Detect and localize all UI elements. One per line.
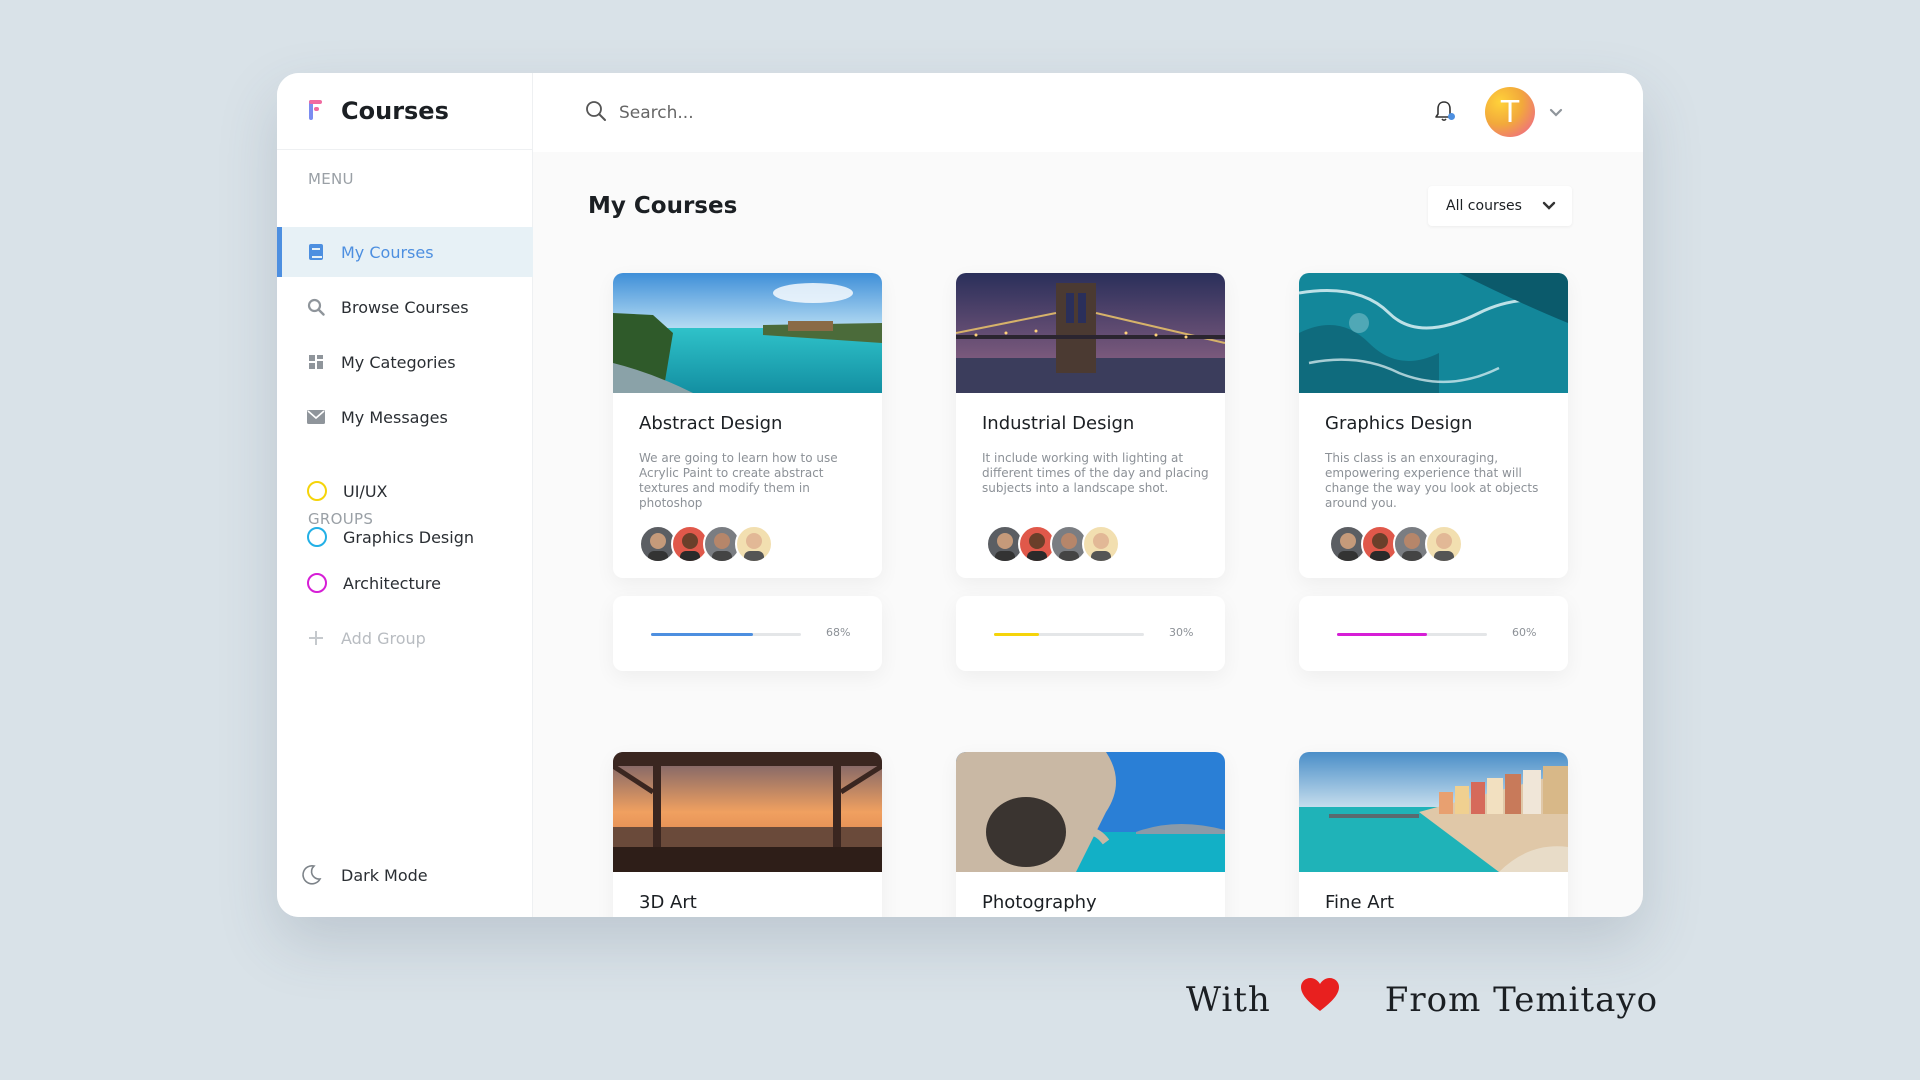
circle-icon [307,527,327,547]
group-label: Graphics Design [343,527,474,547]
progress-fill [994,633,1039,636]
notification-dot [1448,113,1455,120]
add-group-button[interactable]: Add Group [277,615,533,661]
course-image [1299,273,1568,393]
course-progress-industrial-design: 30% [956,596,1225,671]
sidebar-item-my-categories[interactable]: My Categories [277,337,533,387]
avatar [1082,525,1120,563]
course-image [613,752,882,872]
sidebar-item-label: Browse Courses [341,297,469,317]
progress-percent: 68% [826,626,851,639]
course-progress-abstract-design: 68% [613,596,882,671]
progress-fill [651,633,753,636]
avatar [1425,525,1463,563]
course-card-industrial-design[interactable]: Industrial Design It include working wit… [956,273,1225,578]
sidebar-item-label: My Categories [341,352,456,372]
search-icon [307,298,325,316]
topbar: T [533,73,1643,152]
groups-list: UI/UX Graphics Design Architecture Add G… [277,468,533,661]
course-progress-graphics-design: 60% [1299,596,1568,671]
signature-suffix: From Temitayo [1384,979,1659,1020]
course-image [1299,752,1568,872]
add-group-label: Add Group [341,628,426,648]
progress-track [651,633,801,636]
progress-percent: 60% [1512,626,1537,639]
course-title: 3D Art [639,892,697,913]
main-content: T My Courses All courses [533,73,1643,917]
mail-icon [307,408,325,426]
student-avatars [986,525,1120,563]
avatar [735,525,773,563]
sidebar-item-label: My Messages [341,407,448,427]
sidebar-item-my-courses[interactable]: My Courses [277,227,533,277]
grid-icon [307,353,325,371]
sidebar: Courses MENU My Courses Browse Courses M… [277,73,533,917]
course-title: Industrial Design [982,413,1135,434]
moon-icon [299,863,323,887]
sidebar-item-browse-courses[interactable]: Browse Courses [277,282,533,332]
course-title: Abstract Design [639,413,783,434]
student-avatars [639,525,773,563]
course-description: We are going to learn how to use Acrylic… [639,451,838,510]
search-icon [585,100,607,126]
group-item-ui-ux[interactable]: UI/UX [277,468,533,514]
chevron-down-icon [1542,199,1556,215]
sidebar-item-my-messages[interactable]: My Messages [277,392,533,442]
dark-mode-toggle[interactable]: Dark Mode [299,863,428,887]
course-image [956,273,1225,393]
app-window: Courses MENU My Courses Browse Courses M… [277,73,1643,917]
course-image [613,273,882,393]
course-card-fine-art[interactable]: Fine Art [1299,752,1568,917]
signature: With From Temitayo [1186,978,1658,1021]
progress-track [994,633,1144,636]
logo-icon [307,100,325,122]
filter-value: All courses [1446,198,1522,214]
chevron-down-icon[interactable] [1549,103,1563,122]
course-card-graphics-design[interactable]: Graphics Design This class is an enxoura… [1299,273,1568,578]
heart-icon [1300,978,1339,1021]
circle-icon [307,573,327,593]
user-avatar[interactable]: T [1485,87,1535,137]
course-filter-select[interactable]: All courses [1428,186,1572,226]
course-card-abstract-design[interactable]: Abstract Design We are going to learn ho… [613,273,882,578]
circle-icon [307,481,327,501]
progress-fill [1337,633,1427,636]
course-card-photography[interactable]: Photography [956,752,1225,917]
user-area: T [1433,87,1563,137]
student-avatars [1329,525,1463,563]
course-card-3d-art[interactable]: 3D Art [613,752,882,917]
brand[interactable]: Courses [277,73,532,150]
course-image [956,752,1225,872]
menu-label: MENU [308,170,354,188]
brand-title: Courses [341,97,449,125]
group-item-architecture[interactable]: Architecture [277,560,533,606]
progress-track [1337,633,1487,636]
course-title: Graphics Design [1325,413,1473,434]
plus-icon [307,629,325,647]
group-item-graphics-design[interactable]: Graphics Design [277,514,533,560]
course-title: Photography [982,892,1097,913]
group-label: Architecture [343,573,441,593]
book-icon [307,243,325,261]
page-title: My Courses [588,193,738,219]
progress-percent: 30% [1169,626,1194,639]
sidebar-menu: My Courses Browse Courses My Categories … [277,227,533,447]
search-input[interactable] [619,102,1019,123]
bell-icon[interactable] [1433,99,1457,125]
course-title: Fine Art [1325,892,1395,913]
signature-prefix: With [1186,979,1271,1020]
sidebar-item-label: My Courses [341,242,434,262]
group-label: UI/UX [343,481,388,501]
course-description: This class is an enxouraging, empowering… [1325,451,1539,510]
dark-mode-label: Dark Mode [341,865,428,885]
course-description: It include working with lighting at diff… [982,451,1209,495]
